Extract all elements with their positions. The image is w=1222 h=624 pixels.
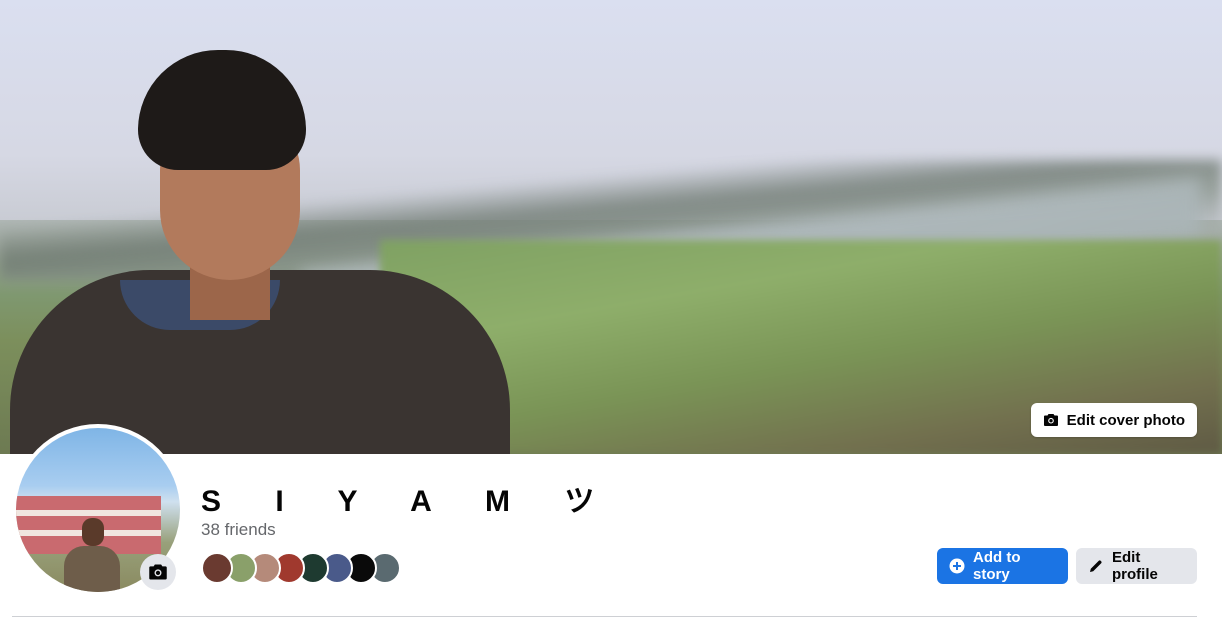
- cover-photo[interactable]: Edit cover photo: [0, 0, 1222, 454]
- section-divider: [12, 616, 1197, 617]
- avatar-person-body: [64, 546, 120, 592]
- plus-circle-icon: [949, 558, 965, 574]
- edit-cover-photo-label: Edit cover photo: [1066, 411, 1185, 429]
- update-profile-picture-button[interactable]: [140, 554, 176, 590]
- profile-name: S I Y A M ツ: [201, 485, 618, 518]
- add-to-story-button[interactable]: Add to story: [937, 548, 1068, 584]
- friends-count[interactable]: 38 friends: [201, 520, 276, 540]
- camera-icon: [1043, 412, 1059, 428]
- person-hair: [138, 50, 306, 170]
- edit-cover-photo-button[interactable]: Edit cover photo: [1030, 403, 1197, 437]
- friend-avatars-row: [201, 552, 401, 584]
- friend-avatar[interactable]: [201, 552, 233, 584]
- add-to-story-label: Add to story: [973, 549, 1021, 583]
- avatar-person-head: [82, 518, 104, 546]
- edit-profile-label: Edit profile: [1112, 549, 1158, 583]
- edit-profile-button[interactable]: Edit profile: [1076, 548, 1197, 584]
- cover-person: [10, 50, 530, 454]
- pencil-icon: [1088, 558, 1104, 574]
- camera-icon: [148, 562, 168, 582]
